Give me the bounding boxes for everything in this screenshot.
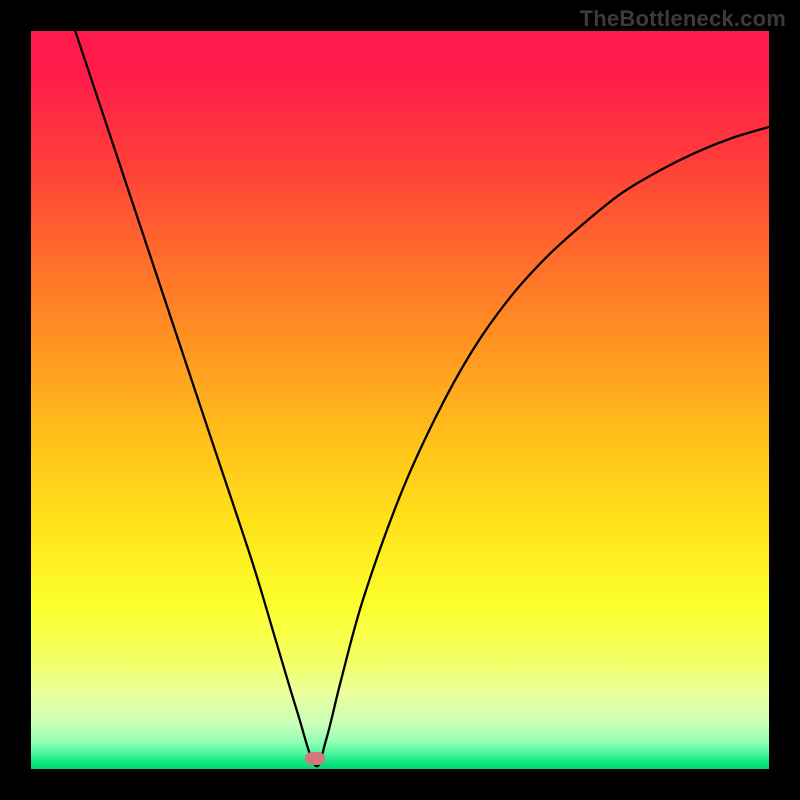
bottleneck-curve-svg — [31, 31, 769, 769]
watermark-text: TheBottleneck.com — [580, 6, 786, 32]
plot-area — [31, 31, 769, 769]
optimal-point-marker — [305, 752, 325, 765]
bottleneck-curve-path — [75, 31, 769, 766]
chart-frame: TheBottleneck.com — [0, 0, 800, 800]
